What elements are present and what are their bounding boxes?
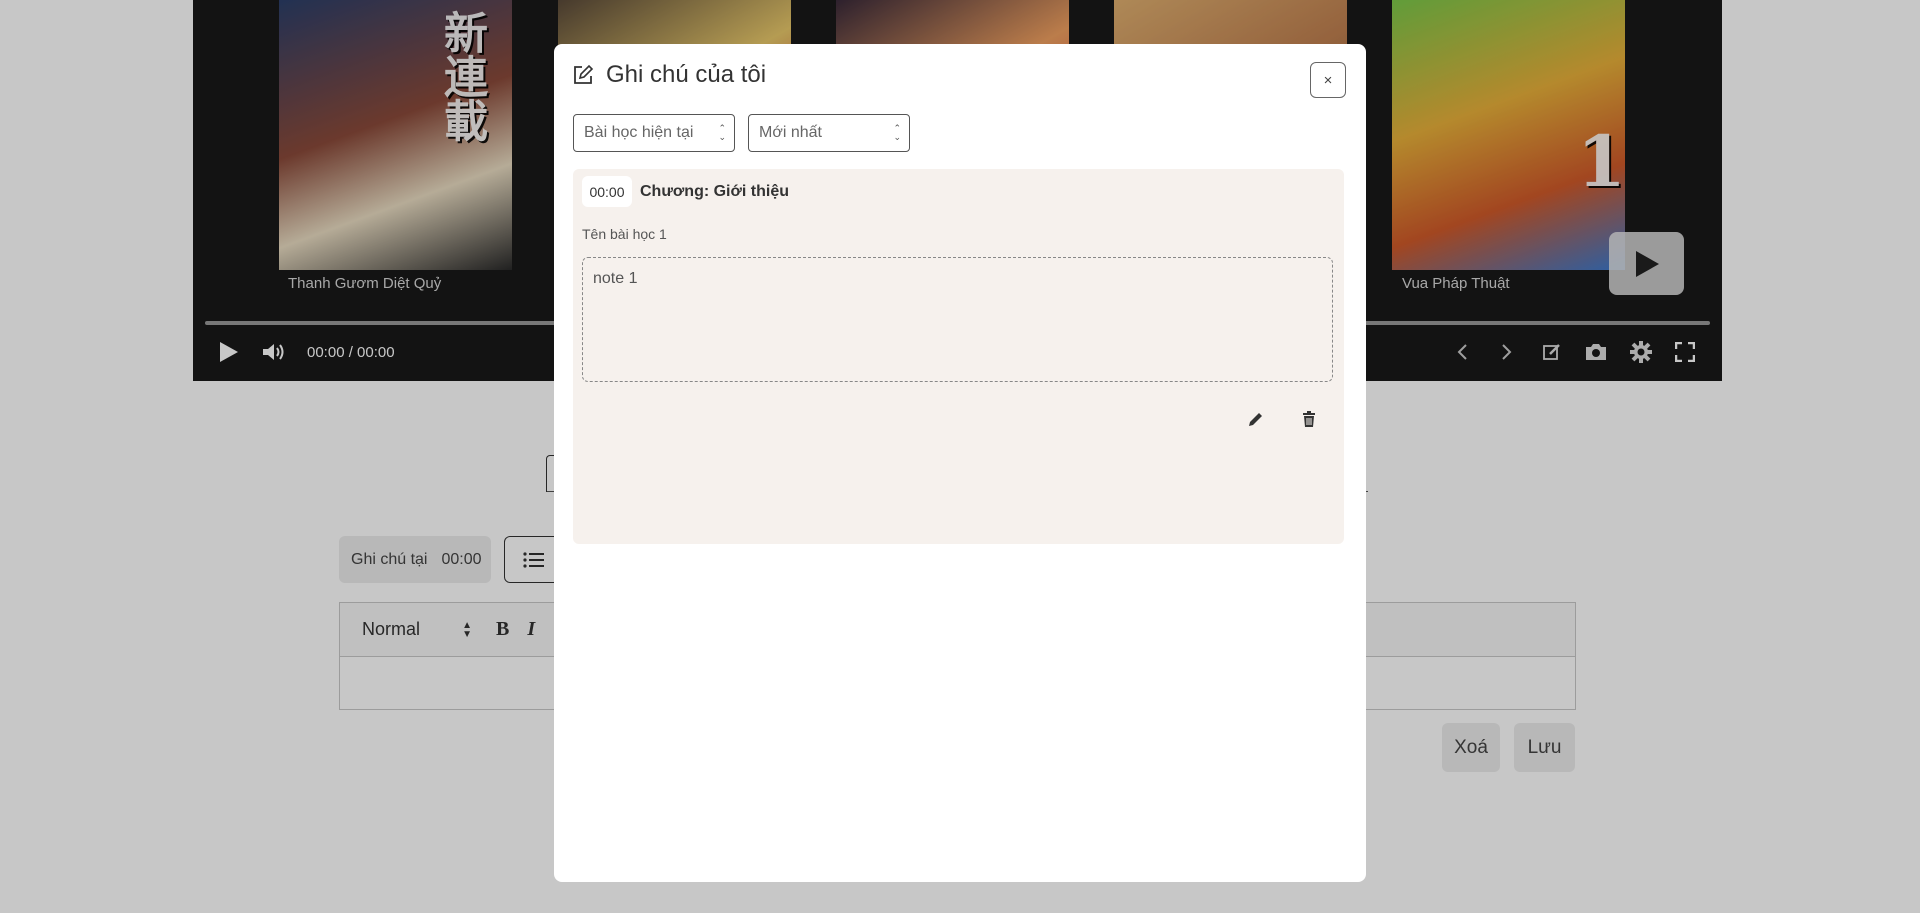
modal-title: Ghi chú của tôi: [606, 61, 767, 88]
select-arrows-icon: ⌃ ⌄: [718, 123, 726, 142]
select-arrows-icon: ⌃ ⌄: [893, 123, 901, 142]
close-icon: ×: [1323, 71, 1333, 89]
note-content: note 1: [582, 257, 1333, 382]
lesson-filter-select[interactable]: Bài học hiện tại ⌃ ⌄: [573, 114, 735, 152]
modal-header: Ghi chú của tôi: [572, 61, 766, 89]
note-item: 00:00 Chương: Giới thiệu Tên bài học 1 n…: [573, 169, 1344, 544]
sort-value: Mới nhất: [759, 124, 822, 141]
sort-select[interactable]: Mới nhất ⌃ ⌄: [748, 114, 910, 152]
note-lesson: Tên bài học 1: [582, 226, 667, 242]
note-chapter: Chương: Giới thiệu: [640, 183, 789, 200]
close-button[interactable]: ×: [1310, 62, 1346, 98]
pencil-icon: [1249, 413, 1262, 426]
trash-icon: [1303, 411, 1315, 427]
edit-note-button[interactable]: [1244, 407, 1268, 431]
notes-modal: Ghi chú của tôi × Bài học hiện tại ⌃ ⌄ Mớ…: [554, 44, 1366, 882]
lesson-filter-value: Bài học hiện tại: [584, 124, 694, 141]
note-time-badge[interactable]: 00:00: [582, 176, 632, 207]
delete-note-button[interactable]: [1297, 407, 1321, 431]
edit-note-icon: [574, 64, 594, 84]
